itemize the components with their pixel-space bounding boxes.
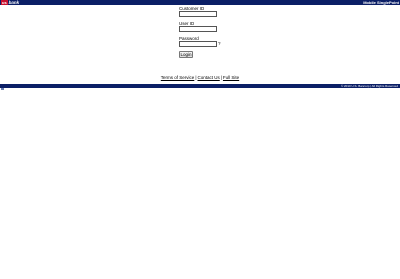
customer-id-input[interactable] <box>179 11 217 17</box>
app-title: Mobile SinglePoint <box>363 0 399 5</box>
logo-us-mark: us <box>1 0 8 5</box>
broken-image-icon <box>1 88 4 90</box>
terms-of-service-link[interactable]: Terms of Service <box>161 75 195 80</box>
contact-us-link[interactable]: Contact Us <box>197 75 219 80</box>
login-button[interactable]: Login <box>179 51 193 58</box>
footer-links: Terms of Service|Contact Us|Full Site <box>0 75 400 80</box>
password-input[interactable] <box>179 41 217 47</box>
user-id-input[interactable] <box>179 26 217 32</box>
footer-separator: | <box>220 75 222 80</box>
logo-bank-text: bank <box>8 0 20 5</box>
usbank-logo[interactable]: us bank <box>1 0 19 5</box>
full-site-link[interactable]: Full Site <box>223 75 239 80</box>
password-help-icon[interactable]: ? <box>218 41 221 46</box>
copyright-text: © 2010 U.S. Bancorp | All Rights Reserve… <box>340 84 398 88</box>
top-header-bar: us bank Mobile SinglePoint <box>0 0 400 5</box>
bottom-footer-bar: © 2010 U.S. Bancorp | All Rights Reserve… <box>0 84 400 88</box>
